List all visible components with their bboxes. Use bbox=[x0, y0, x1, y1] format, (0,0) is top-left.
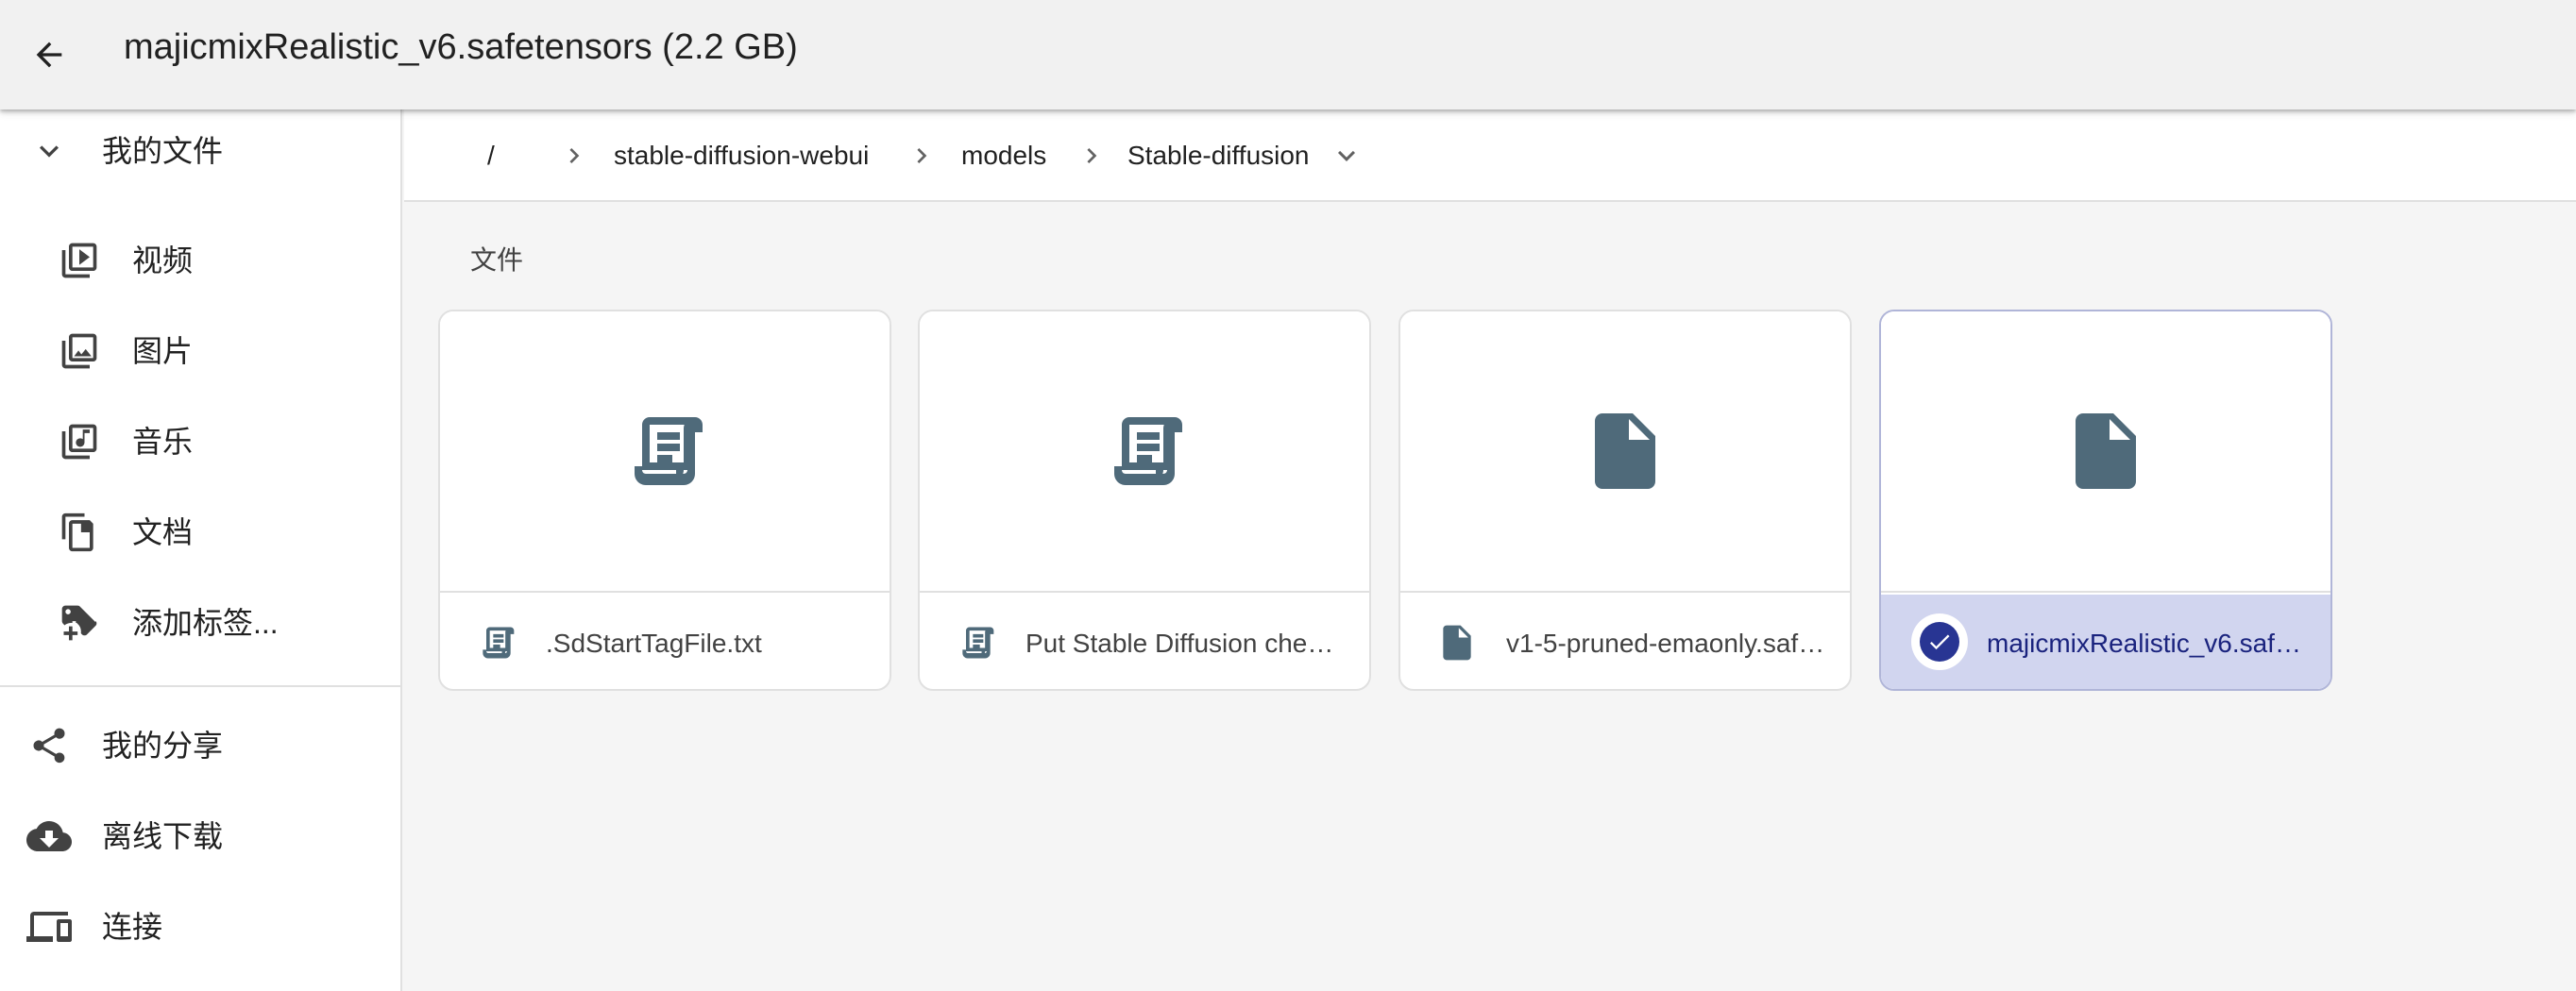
file-card[interactable]: .SdStartTagFile.txt bbox=[438, 310, 891, 691]
sidebar-item-music[interactable]: 音乐 bbox=[0, 400, 400, 483]
chevron-right-icon bbox=[917, 148, 927, 163]
text-scroll-icon bbox=[954, 620, 999, 665]
sidebar-item-label: 文档 bbox=[132, 515, 194, 549]
sidebar-item-label: 连接 bbox=[102, 910, 163, 944]
devices-icon bbox=[23, 900, 76, 953]
sidebar-item-label: 音乐 bbox=[132, 425, 194, 459]
file-icon bbox=[1595, 413, 1655, 489]
file-card-selected[interactable]: majicmixRealistic_v6.safetensors bbox=[1879, 310, 2332, 691]
back-button[interactable] bbox=[15, 21, 83, 89]
file-card-footer: Put Stable Diffusion checkpoints here.tx… bbox=[920, 595, 1369, 689]
files-section-label: 文件 bbox=[470, 245, 524, 275]
text-scroll-icon bbox=[474, 620, 519, 665]
breadcrumb-stable-diffusion[interactable]: Stable-diffusion bbox=[1127, 137, 1310, 175]
file-name: majicmixRealistic_v6.safetensors bbox=[1987, 629, 2308, 658]
file-thumbnail bbox=[1881, 311, 2330, 593]
sidebar-item-label: 离线下载 bbox=[102, 819, 224, 853]
file-thumbnail bbox=[1400, 311, 1850, 593]
sidebar-item-pictures[interactable]: 图片 bbox=[0, 310, 400, 393]
file-name: v1-5-pruned-emaonly.safetensors bbox=[1506, 629, 1827, 658]
selected-check-icon[interactable] bbox=[1911, 613, 1968, 670]
chevron-right-icon bbox=[569, 148, 580, 163]
sidebar: 我的文件 视频 图片 音乐 文档 添加标签... 我的分享 离线下载 连接 bbox=[0, 109, 402, 991]
sidebar-item-label: 我的分享 bbox=[102, 729, 224, 763]
text-scroll-icon bbox=[1114, 417, 1182, 485]
sidebar-item-add-tag[interactable]: 添加标签... bbox=[0, 581, 400, 664]
file-thumbnail bbox=[440, 311, 890, 593]
app-bar: majicmixRealistic_v6.safetensors (2.2 GB… bbox=[0, 0, 2576, 109]
file-thumbnail bbox=[920, 311, 1369, 593]
add-tag-icon bbox=[53, 596, 106, 649]
breadcrumb-root[interactable]: / bbox=[487, 137, 495, 175]
chevron-down-icon bbox=[23, 125, 76, 177]
file-card-footer: v1-5-pruned-emaonly.safetensors bbox=[1400, 595, 1850, 689]
breadcrumb-models[interactable]: models bbox=[961, 137, 1046, 175]
file-icon bbox=[1434, 620, 1480, 665]
sidebar-item-videos[interactable]: 视频 bbox=[0, 219, 400, 302]
sidebar-my-files-toggle[interactable]: 我的文件 bbox=[0, 109, 400, 193]
file-card-footer: majicmixRealistic_v6.safetensors bbox=[1881, 595, 2330, 689]
sidebar-item-my-shares[interactable]: 我的分享 bbox=[0, 704, 400, 787]
breadcrumb: / stable-diffusion-webui models Stable-d… bbox=[404, 109, 2576, 202]
breadcrumb-stable-diffusion-webui[interactable]: stable-diffusion-webui bbox=[614, 137, 869, 175]
cloud-download-icon bbox=[23, 810, 76, 863]
share-icon bbox=[23, 719, 76, 772]
music-library-icon bbox=[53, 415, 106, 468]
sidebar-item-documents[interactable]: 文档 bbox=[0, 491, 400, 574]
video-library-icon bbox=[53, 234, 106, 287]
file-name: .SdStartTagFile.txt bbox=[546, 629, 762, 658]
documents-icon bbox=[53, 506, 106, 559]
file-card[interactable]: v1-5-pruned-emaonly.safetensors bbox=[1398, 310, 1852, 691]
file-icon bbox=[2076, 413, 2136, 489]
sidebar-item-label: 图片 bbox=[132, 334, 194, 368]
text-scroll-icon bbox=[635, 417, 703, 485]
file-card-footer: .SdStartTagFile.txt bbox=[440, 595, 890, 689]
chevron-down-icon[interactable] bbox=[1330, 139, 1364, 173]
sidebar-my-files-label: 我的文件 bbox=[102, 134, 224, 168]
arrow-back-icon bbox=[36, 42, 62, 68]
file-title: majicmixRealistic_v6.safetensors (2.2 GB… bbox=[124, 27, 798, 67]
sidebar-item-label: 视频 bbox=[132, 244, 194, 277]
chevron-right-icon bbox=[1087, 148, 1097, 163]
file-name: Put Stable Diffusion checkpoints here.tx… bbox=[1025, 629, 1347, 658]
file-card[interactable]: Put Stable Diffusion checkpoints here.tx… bbox=[918, 310, 1371, 691]
sidebar-divider bbox=[0, 685, 400, 687]
sidebar-item-connect[interactable]: 连接 bbox=[0, 885, 400, 968]
sidebar-item-offline-download[interactable]: 离线下载 bbox=[0, 795, 400, 878]
sidebar-item-label: 添加标签... bbox=[132, 606, 279, 640]
photo-library-icon bbox=[53, 325, 106, 378]
main-content: / stable-diffusion-webui models Stable-d… bbox=[404, 109, 2576, 991]
